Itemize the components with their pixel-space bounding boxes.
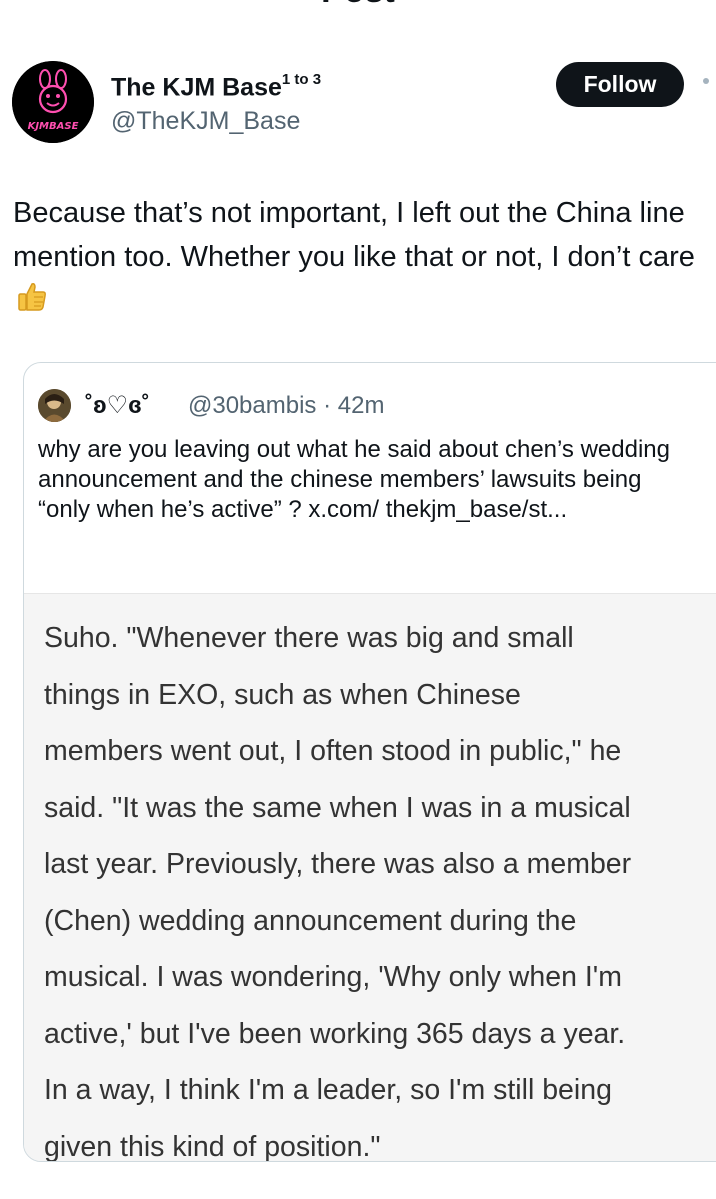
image-text-line: Suho. "Whenever there was big and small bbox=[44, 622, 574, 654]
image-text-line: active,' but I've been working 365 days … bbox=[44, 1017, 626, 1050]
image-text-line: last year. Previously, there was also a … bbox=[44, 848, 632, 880]
image-text-line: musical. I was wondering, 'Why only when… bbox=[44, 961, 622, 993]
quoted-author-name[interactable]: ˚ʚ♡ɞ˚ bbox=[85, 391, 150, 421]
post-text: Because that’s not important, I left out… bbox=[13, 191, 708, 327]
image-text-line: (Chen) wedding announcement during the bbox=[44, 904, 577, 937]
quoted-post-card[interactable]: ˚ʚ♡ɞ˚ @30bambis · 42m why are you leavin… bbox=[23, 362, 716, 1162]
author-name-superscript: 1 to 3 bbox=[281, 71, 322, 88]
quoted-post-text: why are you leaving out what he said abo… bbox=[38, 436, 670, 523]
author-handle[interactable]: @TheKJM_Base bbox=[111, 105, 321, 137]
page-title: Post bbox=[0, 0, 716, 8]
author-avatar[interactable]: KJMBASE bbox=[12, 61, 94, 143]
quoted-post-time[interactable]: 42m bbox=[338, 392, 385, 419]
image-text-line: things in EXO, such as when Chinese bbox=[44, 678, 521, 711]
logo-text: KJMBASE bbox=[28, 121, 79, 132]
quoted-post-image[interactable]: Suho. "Whenever there was big and small … bbox=[24, 593, 716, 1162]
kjmbase-logo-icon: KJMBASE bbox=[12, 61, 94, 143]
follow-button[interactable]: Follow bbox=[556, 62, 684, 107]
meta-separator: · bbox=[323, 392, 332, 419]
more-options-icon[interactable] bbox=[703, 78, 709, 84]
post-detail-page: ‹ Post KJMBASE The KJM Base1 to 3 @TheKJ… bbox=[0, 0, 716, 1199]
author-block: The KJM Base1 to 3 @TheKJM_Base bbox=[111, 66, 321, 137]
image-text-line: In a way, I think I'm a leader, so I'm s… bbox=[44, 1074, 612, 1106]
quoted-author-handle[interactable]: @30bambis bbox=[188, 392, 316, 419]
quoted-author-meta: @30bambis · 42m bbox=[188, 391, 384, 421]
post-text-content: Because that’s not important, I left out… bbox=[13, 197, 695, 273]
image-text-block: Suho. "Whenever there was big and small … bbox=[44, 610, 704, 1162]
quoted-author-avatar[interactable] bbox=[38, 389, 71, 422]
author-name-text[interactable]: The KJM Base bbox=[111, 73, 282, 101]
thumbs-up-icon bbox=[15, 280, 49, 327]
author-display-name[interactable]: The KJM Base1 to 3 bbox=[111, 66, 321, 103]
image-text-line: given this kind of position." bbox=[44, 1130, 381, 1162]
image-text-line: members went out, I often stood in publi… bbox=[44, 735, 622, 767]
top-header: ‹ Post bbox=[0, 0, 716, 14]
quoted-avatar-photo-icon bbox=[38, 389, 71, 422]
image-text-line: said. "It was the same when I was in a m… bbox=[44, 791, 631, 824]
